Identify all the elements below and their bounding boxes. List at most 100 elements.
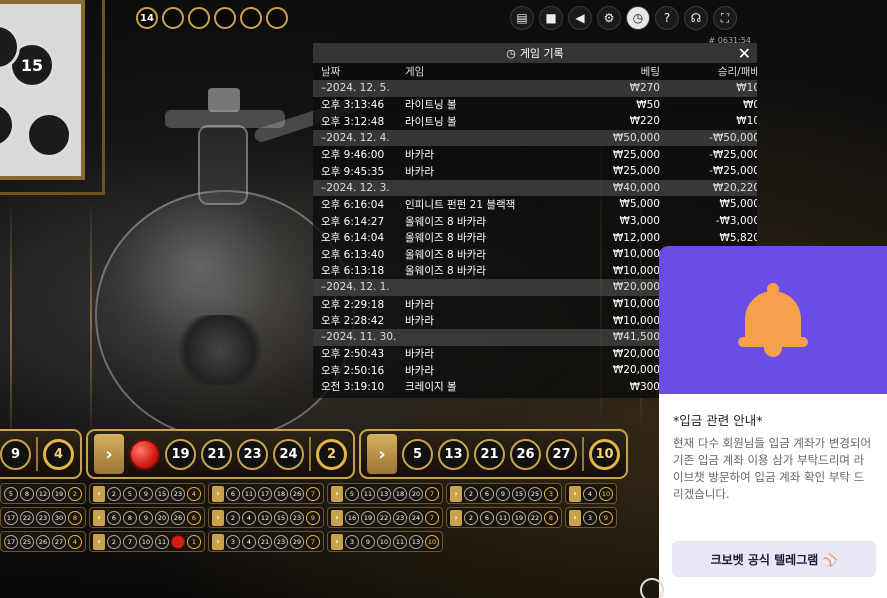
mini-ball: 6 [226, 486, 240, 501]
play-icon[interactable] [640, 578, 664, 598]
history-clock-icon: ◷ [506, 46, 516, 60]
mini-road-cell: › 4 10 [565, 483, 617, 504]
mini-road-cell: 17 25 26 27 4 [0, 531, 86, 552]
help-icon[interactable]: ? [655, 6, 679, 30]
sound-icon[interactable]: ◀ [568, 6, 592, 30]
road-panel: 94 [0, 429, 82, 479]
result-bubble [162, 7, 184, 29]
history-bet: ₩12,000 [612, 231, 660, 244]
video-icon[interactable]: ■ [539, 6, 563, 30]
history-time: 오후 9:45:35 [321, 165, 385, 178]
history-time: –2024. 12. 1. [321, 281, 390, 294]
mini-ball: 19 [361, 510, 375, 525]
mini-ball: 11 [155, 534, 169, 549]
headset-icon[interactable]: ☊ [684, 6, 708, 30]
mini-ball: 25 [20, 534, 34, 549]
fullscreen-icon[interactable]: ⛶ [713, 6, 737, 30]
ball-cage: 15 L [0, 0, 85, 180]
mini-ball: 23 [171, 486, 185, 501]
mini-ball: 2 [68, 486, 82, 501]
globe-cap [208, 88, 240, 112]
history-game: 올웨이즈 8 바카라 [405, 265, 486, 278]
history-result: -₩50,000 [709, 132, 757, 145]
road-ball: 27 [546, 438, 577, 470]
mini-road-cell: › 2 6 9 15 25 3 [446, 483, 562, 504]
road-ball: 2 [316, 438, 347, 470]
mini-ball: 8 [20, 486, 34, 501]
history-game: 바카라 [405, 149, 434, 162]
mini-ball: 10 [599, 486, 613, 501]
road-panel: › 19 21 23 24 2 [86, 429, 355, 479]
history-row: 오후 3:12:48 라이트닝 볼 ₩220 ₩10 [313, 113, 757, 130]
road-ball: 21 [201, 438, 232, 470]
history-time: 오후 6:13:40 [321, 248, 385, 261]
history-game: 바카라 [405, 315, 434, 328]
history-game: 인피니트 펀펀 21 블랙잭 [405, 198, 516, 211]
history-bet: ₩300 [629, 380, 660, 393]
history-result: ₩0 [742, 98, 757, 111]
mini-ball: 9 [599, 510, 613, 525]
history-row: 오후 6:14:04 올웨이즈 8 바카라 ₩12,000 ₩5,820 [313, 229, 757, 246]
col-result: 승리/패배 [717, 66, 757, 78]
mini-ball: 7 [425, 486, 439, 501]
mini-ball: 7 [306, 486, 320, 501]
mini-ball: 11 [393, 534, 407, 549]
mini-ball: 8 [544, 510, 558, 525]
mini-ball: 12 [258, 510, 272, 525]
mini-ball: 24 [409, 510, 423, 525]
mini-road-cell: › 2 7 10 11 1 [89, 531, 205, 552]
mini-road-cell: › 6 11 17 18 26 7 [208, 483, 324, 504]
mini-ball: 20 [409, 486, 423, 501]
history-time: 오후 2:50:43 [321, 348, 385, 361]
history-time: 오후 6:14:27 [321, 215, 385, 228]
history-time: 오후 6:14:04 [321, 232, 385, 245]
mini-road-row: 5 8 12 19 2 › 2 5 9 15 23 4 › 6 11 17 18 26 7 › 5 11 13 18 20 7 › 2… [0, 483, 660, 504]
history-bet: ₩50 [636, 98, 660, 111]
history-bet: ₩3,000 [619, 215, 660, 228]
history-time: 오후 2:50:16 [321, 364, 385, 377]
recent-results-bar: 14 [136, 7, 288, 29]
settings-icon[interactable]: ⚙ [597, 6, 621, 30]
mini-ball: 10 [139, 534, 153, 549]
history-bet: ₩25,000 [612, 148, 660, 161]
col-date: 날짜 [321, 66, 341, 78]
mini-ball: 2 [464, 510, 478, 525]
road-ball: 24 [273, 438, 304, 470]
mini-ball: 13 [409, 534, 423, 549]
mini-ball: 23 [274, 534, 288, 549]
history-row: 오후 6:14:27 올웨이즈 8 바카라 ₩3,000 -₩3,000 [313, 213, 757, 230]
chevron-right-icon: › [331, 533, 343, 550]
history-bet: ₩40,000 [612, 181, 660, 194]
history-row: 오후 6:16:04 인피니트 펀펀 21 블랙잭 ₩5,000 ₩5,000 [313, 196, 757, 213]
mini-ball: 6 [480, 486, 494, 501]
history-game: 라이트닝 볼 [405, 99, 457, 112]
telegram-button[interactable]: 크보벳 공식 텔레그램 ⚾ [672, 541, 876, 577]
mini-ball: 1 [187, 534, 201, 549]
history-bet: ₩270 [629, 82, 660, 95]
history-game: 바카라 [405, 348, 434, 361]
mini-ball: 26 [36, 534, 50, 549]
history-icon[interactable]: ◷ [626, 6, 650, 30]
history-bet: ₩20,000 [612, 364, 660, 377]
mini-road-cell: › 3 9 10 11 13 10 [327, 531, 443, 552]
chat-icon[interactable]: ▤ [510, 6, 534, 30]
decor-line [90, 200, 92, 440]
mini-ball: 26 [290, 486, 304, 501]
history-result: ₩5,820 [719, 231, 757, 244]
mini-ball: 17 [4, 510, 18, 525]
history-time: 오후 2:29:18 [321, 298, 385, 311]
notice-title: *입금 관련 안내* [673, 413, 763, 428]
close-icon[interactable]: ✕ [738, 44, 751, 63]
history-result: -₩25,000 [709, 165, 757, 178]
mini-ball: 4 [187, 486, 201, 501]
road-ball: 5 [402, 438, 433, 470]
mini-ball: 15 [512, 486, 526, 501]
mini-ball: 9 [139, 510, 153, 525]
mini-ball: 2 [226, 510, 240, 525]
history-time: 오후 6:13:18 [321, 265, 385, 278]
bell-icon [738, 281, 808, 359]
history-result: -₩3,000 [715, 215, 757, 228]
history-result: ₩10 [736, 115, 757, 128]
chevron-right-icon: › [450, 509, 462, 526]
chevron-right-icon: › [569, 485, 581, 502]
